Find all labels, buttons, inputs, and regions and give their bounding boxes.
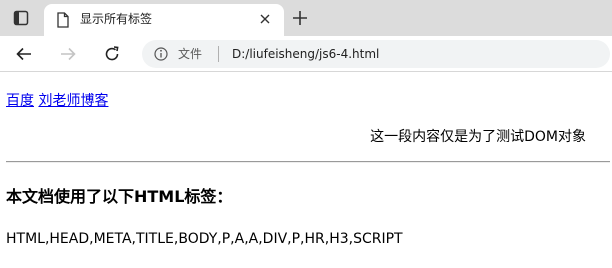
tag-list: HTML,HEAD,META,TITLE,BODY,P,A,A,DIV,P,HR… (6, 231, 403, 247)
arrow-left-icon (16, 47, 31, 61)
link-row: 百度 刘老师博客 (6, 92, 108, 110)
page-icon (57, 12, 69, 28)
page-content: 百度 刘老师博客 这一段内容仅是为了测试DOM对象 本文档使用了以下HTML标签… (0, 73, 612, 268)
tag-heading: 本文档使用了以下HTML标签： (6, 187, 233, 206)
baidu-link[interactable]: 百度 (6, 93, 34, 109)
plus-icon (293, 11, 307, 25)
teacher-blog-link[interactable]: 刘老师博客 (38, 93, 108, 109)
arrow-right-icon (61, 47, 76, 61)
url-text[interactable]: D:/liufeisheng/js6-4.html (232, 47, 379, 61)
tab-actions-button[interactable] (6, 6, 36, 30)
reload-icon (105, 46, 119, 61)
horizontal-rule (6, 161, 610, 163)
back-button[interactable] (12, 42, 36, 66)
info-icon[interactable] (154, 47, 168, 61)
reload-button[interactable] (100, 42, 124, 66)
close-icon (260, 14, 270, 24)
active-tab[interactable]: 显示所有标签 (44, 4, 284, 36)
tab-strip: 显示所有标签 (0, 0, 612, 36)
address-divider (218, 46, 219, 62)
toolbar: 文件 D:/liufeisheng/js6-4.html (0, 36, 612, 72)
test-paragraph: 这一段内容仅是为了测试DOM对象 (370, 129, 586, 145)
forward-button[interactable] (56, 42, 80, 66)
new-tab-button[interactable] (290, 8, 310, 28)
tab-actions-icon (13, 10, 29, 26)
address-bar[interactable]: 文件 D:/liufeisheng/js6-4.html (142, 40, 610, 68)
tab-close-button[interactable] (256, 10, 274, 28)
scheme-label: 文件 (178, 47, 203, 61)
tab-title: 显示所有标签 (80, 12, 153, 26)
